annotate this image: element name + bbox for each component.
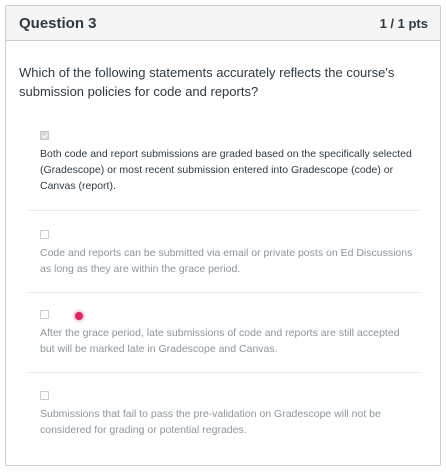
answer-option-2[interactable]: Code and reports can be submitted via em… bbox=[28, 230, 420, 277]
answer-divider bbox=[28, 372, 420, 373]
question-points: 1 / 1 pts bbox=[379, 15, 428, 31]
answer-text: Submissions that fail to pass the pre-va… bbox=[40, 408, 381, 436]
answer-text: Both code and report submissions are gra… bbox=[40, 148, 412, 192]
question-text: Which of the following statements accura… bbox=[19, 65, 395, 99]
question-card: Question 3 1 / 1 pts Which of the follow… bbox=[5, 5, 441, 466]
question-header: Question 3 1 / 1 pts bbox=[6, 6, 440, 41]
answer-checkbox[interactable] bbox=[40, 391, 49, 400]
answer-checkbox[interactable] bbox=[40, 310, 49, 319]
answer-option-3[interactable]: After the grace period, late submissions… bbox=[28, 310, 420, 357]
answer-checkbox[interactable] bbox=[40, 230, 49, 239]
answer-divider bbox=[28, 210, 420, 211]
answer-checkbox-checked[interactable] bbox=[40, 131, 49, 140]
pointer-cursor-icon bbox=[75, 312, 83, 320]
answer-text: Code and reports can be submitted via em… bbox=[40, 247, 413, 275]
answer-divider bbox=[28, 292, 420, 293]
answer-option-1[interactable]: Both code and report submissions are gra… bbox=[28, 131, 420, 194]
answer-text: After the grace period, late submissions… bbox=[40, 327, 400, 355]
answer-option-4[interactable]: Submissions that fail to pass the pre-va… bbox=[28, 391, 420, 438]
question-title: Question 3 bbox=[19, 14, 97, 32]
